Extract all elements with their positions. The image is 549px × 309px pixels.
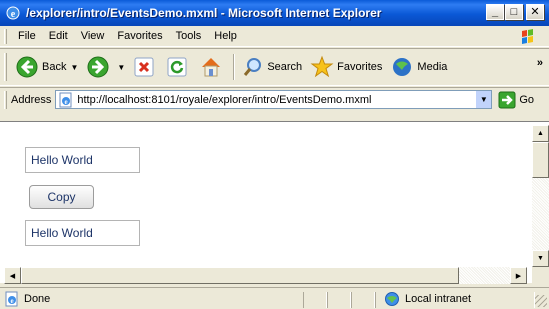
svg-text:e: e <box>11 9 16 20</box>
status-bar: e Done Local intranet <box>0 287 549 309</box>
go-arrow-icon <box>498 91 516 108</box>
resize-grip[interactable] <box>535 295 547 307</box>
menu-tools[interactable]: Tools <box>171 30 210 42</box>
status-done: e Done <box>4 291 50 307</box>
menu-edit[interactable]: Edit <box>44 30 76 42</box>
forward-icon <box>87 56 109 78</box>
home-icon <box>202 58 221 77</box>
scrollbar-corner <box>532 267 549 284</box>
address-bar: Address e http://localhost:8101/royale/e… <box>0 87 549 111</box>
status-panel <box>351 292 375 308</box>
menu-file[interactable]: File <box>13 30 44 42</box>
search-label: Search <box>267 61 303 73</box>
window-title: /explorer/intro/EventsDemo.mxml - Micros… <box>26 6 382 20</box>
favorites-label: Favorites <box>337 61 383 73</box>
svg-text:e: e <box>10 297 13 305</box>
go-label: Go <box>519 93 535 106</box>
menu-favorites[interactable]: Favorites <box>112 30 170 42</box>
vertical-scrollbar[interactable]: ▲ ▼ <box>532 125 549 267</box>
refresh-icon <box>167 57 187 77</box>
go-button[interactable]: Go <box>498 91 534 109</box>
status-text: Done <box>24 292 51 305</box>
horizontal-scrollbar[interactable]: ◀ ▶ <box>4 267 527 284</box>
ie-icon: e <box>6 6 20 20</box>
page-content: Hello World Copy Hello World <box>4 125 527 267</box>
horizontal-scroll-thumb[interactable] <box>21 267 459 284</box>
menu-view[interactable]: View <box>76 30 113 42</box>
back-button[interactable]: Back ▼ <box>11 52 82 82</box>
zone-label: Local intranet <box>405 293 472 305</box>
media-icon <box>393 58 412 76</box>
favorites-button[interactable]: Favorites <box>306 52 386 82</box>
target-text-input[interactable]: Hello World <box>25 220 140 246</box>
media-label: Media <box>417 61 448 73</box>
title-bar[interactable]: e /explorer/intro/EventsDemo.mxml - Micr… <box>0 0 549 26</box>
content-frame: Hello World Copy Hello World ▲ ▼ ◀ ▶ <box>0 121 549 284</box>
scroll-right-button[interactable]: ▶ <box>510 267 527 284</box>
source-text-input[interactable]: Hello World <box>25 147 140 173</box>
stop-icon <box>134 57 154 77</box>
minimize-button[interactable]: _ <box>486 4 504 20</box>
refresh-button[interactable] <box>162 52 195 82</box>
address-dropdown-icon[interactable]: ▼ <box>475 91 492 108</box>
favorites-star-icon <box>310 55 334 78</box>
menu-bar: File Edit View Favorites Tools Help <box>0 26 549 47</box>
scroll-left-button[interactable]: ◀ <box>4 267 21 284</box>
menu-grip[interactable] <box>4 28 7 44</box>
maximize-button[interactable]: □ <box>505 4 523 20</box>
address-grip[interactable] <box>4 90 7 109</box>
scroll-down-button[interactable]: ▼ <box>532 250 549 267</box>
forward-button[interactable]: ▼ <box>82 52 129 82</box>
search-icon <box>244 58 262 76</box>
status-panel <box>327 292 351 308</box>
done-page-icon: e <box>5 291 18 306</box>
standard-toolbar: Back ▼ ▼ Search Favorites Media » <box>0 48 549 86</box>
ms-flag-icon <box>522 29 533 44</box>
vertical-scroll-thumb[interactable] <box>532 142 549 178</box>
toolbar-separator <box>233 54 236 80</box>
scroll-up-button[interactable]: ▲ <box>532 125 549 142</box>
security-zone[interactable]: Local intranet <box>383 291 471 307</box>
status-panel <box>303 292 327 308</box>
address-input[interactable]: e http://localhost:8101/royale/explorer/… <box>55 90 493 109</box>
menu-help[interactable]: Help <box>209 30 245 42</box>
back-icon <box>16 56 38 78</box>
close-button[interactable]: ✕ <box>526 4 544 20</box>
back-label: Back <box>42 61 67 73</box>
home-button[interactable] <box>195 52 230 82</box>
back-dropdown-icon[interactable]: ▼ <box>70 63 78 72</box>
page-icon: e <box>59 92 72 107</box>
copy-button[interactable]: Copy <box>29 185 94 209</box>
toolbar-grip[interactable] <box>4 53 7 81</box>
intranet-icon <box>385 292 399 306</box>
forward-dropdown-icon[interactable]: ▼ <box>117 63 125 72</box>
toolbar-overflow-button[interactable]: » <box>537 57 543 69</box>
search-button[interactable]: Search <box>238 52 306 82</box>
media-button[interactable]: Media <box>386 52 451 82</box>
address-url: http://localhost:8101/royale/explorer/in… <box>77 93 372 106</box>
svg-text:e: e <box>65 98 68 106</box>
address-label: Address <box>11 93 52 106</box>
stop-button[interactable] <box>129 52 162 82</box>
